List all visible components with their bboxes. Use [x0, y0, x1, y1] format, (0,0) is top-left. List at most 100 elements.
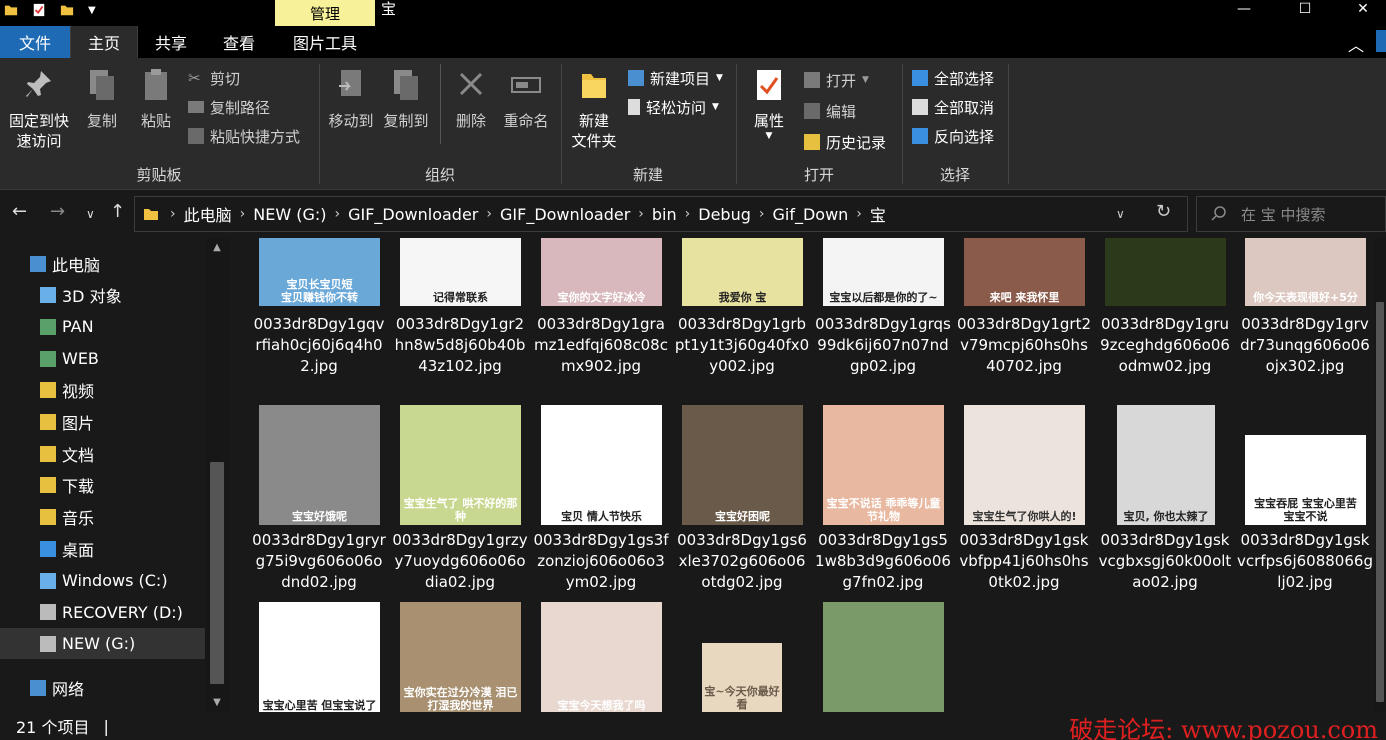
file-thumbnail[interactable]: 宝~今天你最好看	[702, 643, 782, 712]
file-name[interactable]: 0033dr8Dgy1gs3fzonzioj606o06o3ym02.jpg	[533, 530, 669, 593]
file-thumbnail[interactable]: 来吧 来我怀里	[964, 238, 1085, 306]
file-thumbnail[interactable]: 我爱你 宝	[682, 238, 803, 306]
file-name[interactable]: 0033dr8Dgy1gskvcrfps6j6088066glj02.jpg	[1237, 530, 1373, 593]
breadcrumb-item[interactable]: NEW (G:)	[250, 205, 329, 224]
file-thumbnail[interactable]: 宝宝好困呢	[682, 405, 803, 525]
edit-button[interactable]: 编辑	[804, 99, 856, 123]
back-arrow-icon[interactable]: ←	[12, 201, 27, 222]
sidebar-item[interactable]: NEW (G:)	[0, 628, 205, 660]
forward-arrow-icon[interactable]: →	[50, 201, 65, 222]
file-name[interactable]: 0033dr8Dgy1grzyy7uoydg606o06odia02.jpg	[392, 530, 528, 593]
breadcrumb-item[interactable]: 此电脑	[181, 202, 235, 226]
file-thumbnail[interactable]: 宝宝生气了 哄不好的那种	[400, 405, 521, 525]
paste-button[interactable]: 粘贴	[134, 68, 178, 131]
breadcrumb-item[interactable]: bin	[649, 205, 680, 224]
tab-picture-tools[interactable]: 图片工具	[276, 26, 374, 58]
breadcrumb-item[interactable]: GIF_Downloader	[497, 205, 633, 224]
breadcrumb-separator-icon[interactable]: ›	[481, 206, 497, 222]
sidebar-item[interactable]: 图片	[0, 407, 205, 438]
file-name[interactable]: 0033dr8Dgy1grqs99dk6ij607n07ndgp02.jpg	[815, 314, 951, 377]
up-arrow-icon[interactable]: ↑	[110, 201, 125, 222]
delete-button[interactable]: 删除	[450, 68, 492, 131]
file-name[interactable]: 0033dr8Dgy1gqvrfiah0cj60j6q4h02.jpg	[251, 314, 387, 377]
copy-to-button[interactable]: 复制到	[380, 68, 432, 131]
file-thumbnail[interactable]: 宝宝好饿呢	[259, 405, 380, 525]
new-item-button[interactable]: 新建项目 ▼	[628, 66, 723, 90]
file-thumbnail[interactable]: 宝你的文字好冰冷	[541, 238, 662, 306]
sidebar-item[interactable]: RECOVERY (D:)	[0, 597, 205, 628]
sidebar-item[interactable]: 桌面	[0, 533, 205, 564]
breadcrumb-separator-icon[interactable]: ›	[330, 206, 346, 222]
breadcrumb-separator-icon[interactable]: ›	[633, 206, 649, 222]
new-folder-button[interactable]: 新建 文件夹	[566, 68, 622, 151]
file-thumbnail[interactable]: 宝贝长宝贝短 宝贝赚钱你不转	[259, 238, 380, 306]
address-dropdown-icon[interactable]: ∨	[1116, 207, 1125, 221]
file-thumbnail[interactable]: 宝宝以后都是你的了~	[823, 238, 944, 306]
help-icon[interactable]	[1376, 30, 1386, 52]
sidebar-item[interactable]: 视频	[0, 375, 205, 406]
copy-button[interactable]: 复制	[80, 68, 124, 131]
breadcrumb-separator-icon[interactable]: ›	[235, 206, 251, 222]
file-thumbnail[interactable]: 宝宝不说话 乖乖等儿童节礼物	[823, 405, 944, 525]
tab-home[interactable]: 主页	[70, 26, 138, 58]
history-button[interactable]: 历史记录	[804, 130, 886, 154]
file-thumbnail[interactable]: 宝宝吞屁 宝宝心里苦 宝宝不说	[1245, 435, 1366, 525]
open-button[interactable]: 打开 ▼	[804, 68, 869, 92]
tab-share[interactable]: 共享	[140, 26, 202, 58]
easy-access-button[interactable]: 轻松访问 ▼	[628, 95, 719, 119]
file-name[interactable]: 0033dr8Dgy1grbpt1y1t3j60g40fx0y002.jpg	[674, 314, 810, 377]
close-button[interactable]: ✕	[1340, 0, 1386, 18]
search-box[interactable]: 在 宝 中搜索	[1196, 196, 1386, 232]
content-scroll-thumb[interactable]	[1376, 302, 1384, 702]
file-name[interactable]: 0033dr8Dgy1gr2hn8w5d8j60b40b43z102.jpg	[392, 314, 528, 377]
file-name[interactable]: 0033dr8Dgy1gru9zceghdg606o06odmw02.jpg	[1097, 314, 1233, 377]
move-to-button[interactable]: 移动到	[326, 68, 376, 131]
sidebar-item[interactable]: 音乐	[0, 502, 205, 533]
cut-button[interactable]: ✂ 剪切	[188, 66, 240, 90]
file-thumbnail[interactable]: 宝宝心里苦 但宝宝说了	[259, 602, 380, 712]
rename-button[interactable]: 重命名	[500, 68, 552, 131]
sidebar-item[interactable]: PAN	[0, 311, 205, 342]
breadcrumb-item[interactable]: Gif_Down	[769, 205, 851, 224]
folder-icon[interactable]	[4, 2, 18, 18]
content-scrollbar[interactable]	[1374, 238, 1386, 712]
minimize-button[interactable]: —	[1221, 0, 1267, 18]
breadcrumb-separator-icon[interactable]: ›	[165, 206, 181, 222]
file-thumbnail[interactable]: 宝贝 情人节快乐	[541, 405, 662, 525]
properties-icon[interactable]	[32, 2, 46, 18]
file-name[interactable]: 0033dr8Dgy1gskvbfpp41j60hs0hs0tk02.jpg	[956, 530, 1092, 593]
nav-scroll-thumb[interactable]	[210, 462, 224, 684]
sidebar-item[interactable]: 网络	[0, 672, 205, 703]
file-name[interactable]: 0033dr8Dgy1gs51w8b3d9g606o06g7fn02.jpg	[815, 530, 951, 593]
sidebar-item[interactable]: 文档	[0, 438, 205, 469]
file-thumbnail[interactable]: 你今天表现很好+5分	[1245, 238, 1366, 306]
file-name[interactable]: 0033dr8Dgy1grvdr73unqg606o06ojx302.jpg	[1237, 314, 1373, 377]
breadcrumb-item[interactable]: 宝	[867, 202, 889, 226]
file-thumbnail[interactable]: 宝贝, 你也太辣了	[1117, 405, 1215, 525]
file-thumbnail[interactable]: 宝宝今天想我了吗	[541, 602, 662, 712]
breadcrumb-separator-icon[interactable]: ›	[754, 206, 770, 222]
paste-shortcut-button[interactable]: 粘贴快捷方式	[188, 124, 300, 148]
file-thumbnail[interactable]	[823, 602, 944, 712]
file-name[interactable]: 0033dr8Dgy1gryrg75i9vg606o06odnd02.jpg	[251, 530, 387, 593]
pin-quick-access-button[interactable]: 固定到快速访问	[4, 68, 74, 151]
select-all-button[interactable]: 全部选择	[912, 66, 994, 90]
copy-path-button[interactable]: 复制路径	[188, 95, 270, 119]
breadcrumb-separator-icon[interactable]: ›	[680, 206, 696, 222]
sidebar-item[interactable]: 此电脑	[0, 248, 205, 279]
file-name[interactable]: 0033dr8Dgy1gskvcgbxsgj60k00oltao02.jpg	[1097, 530, 1233, 593]
maximize-button[interactable]: ☐	[1282, 0, 1328, 18]
sidebar-item[interactable]: 下载	[0, 470, 205, 501]
file-name[interactable]: 0033dr8Dgy1grt2v79mcpj60hs0hs40702.jpg	[956, 314, 1092, 377]
properties-button[interactable]: 属性 ▼	[746, 68, 792, 141]
breadcrumb-item[interactable]: Debug	[695, 205, 754, 224]
file-thumbnail[interactable]: 宝宝生气了你哄人的!	[964, 405, 1085, 525]
sidebar-item[interactable]: Windows (C:)	[0, 565, 205, 596]
scroll-down-icon[interactable]: ▼	[205, 697, 229, 708]
file-name[interactable]: 0033dr8Dgy1gramz1edfqj608c08cmx902.jpg	[533, 314, 669, 377]
breadcrumb-item[interactable]: GIF_Downloader	[345, 205, 481, 224]
select-none-button[interactable]: 全部取消	[912, 95, 994, 119]
new-folder-icon[interactable]	[60, 2, 74, 18]
breadcrumb-separator-icon[interactable]: ›	[851, 206, 867, 222]
file-list[interactable]: 宝贝长宝贝短 宝贝赚钱你不转 0033dr8Dgy1gqvrfiah0cj60j6…	[230, 238, 1378, 712]
